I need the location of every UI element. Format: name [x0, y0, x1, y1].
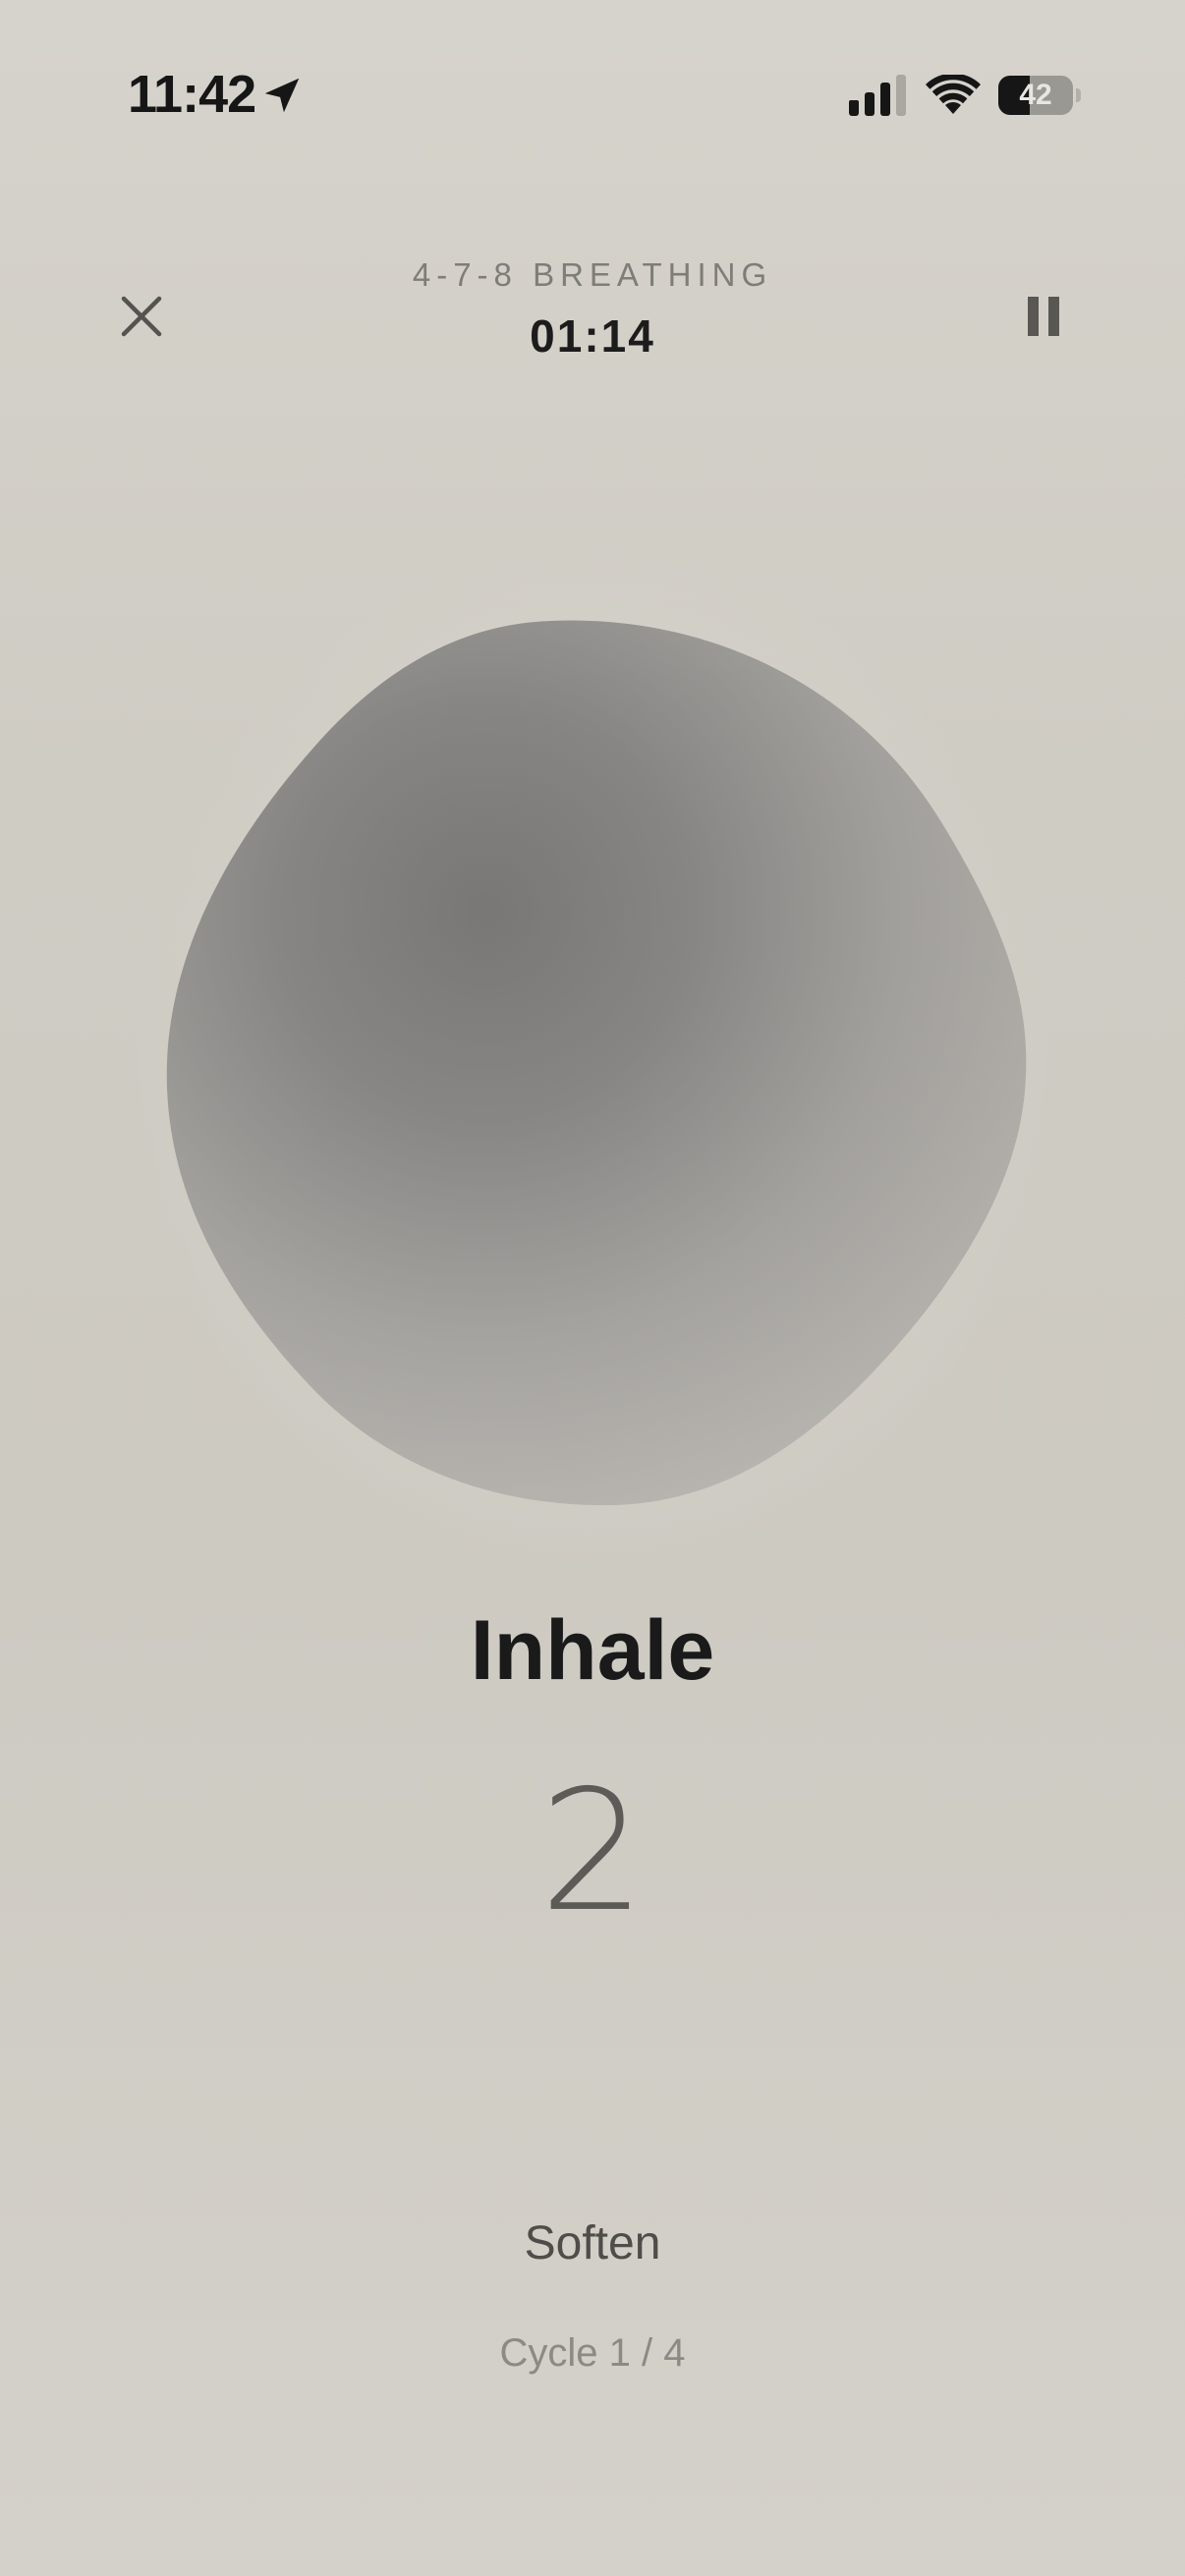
cycle-progress: Cycle 1 / 4 — [499, 2331, 686, 2375]
phase-countdown: 2 — [538, 1755, 647, 1949]
session-header: 4-7-8 BREATHING 01:14 — [0, 236, 1185, 393]
status-time: 11:42 — [128, 65, 256, 124]
breathing-screen: 11:42 42 4-7-8 BREATHING 01:14 Inhale 2 … — [0, 0, 1185, 2576]
pause-icon-bar-right — [1048, 297, 1059, 336]
breathing-orb — [166, 620, 1027, 1506]
header-title-group: 4-7-8 BREATHING 01:14 — [298, 253, 887, 364]
orb-highlight — [166, 620, 1027, 1506]
location-arrow-icon — [264, 78, 300, 113]
close-icon — [121, 296, 162, 337]
close-button[interactable] — [106, 281, 177, 352]
cellular-signal-icon — [849, 75, 906, 116]
pause-button[interactable] — [1008, 281, 1079, 352]
battery-icon: 42 — [998, 76, 1081, 115]
battery-cap — [1076, 88, 1081, 102]
elapsed-timer: 01:14 — [530, 310, 655, 362]
pause-icon-bar-left — [1028, 297, 1039, 336]
status-bar: 11:42 42 — [0, 0, 1185, 147]
wifi-icon — [926, 75, 981, 114]
phase-label: Inhale — [470, 1603, 715, 1698]
guidance-cue: Soften — [524, 2217, 661, 2269]
exercise-name: 4-7-8 BREATHING — [412, 256, 773, 293]
battery-body: 42 — [998, 76, 1073, 115]
pause-icon — [1023, 297, 1064, 336]
battery-level: 42 — [1019, 79, 1052, 111]
